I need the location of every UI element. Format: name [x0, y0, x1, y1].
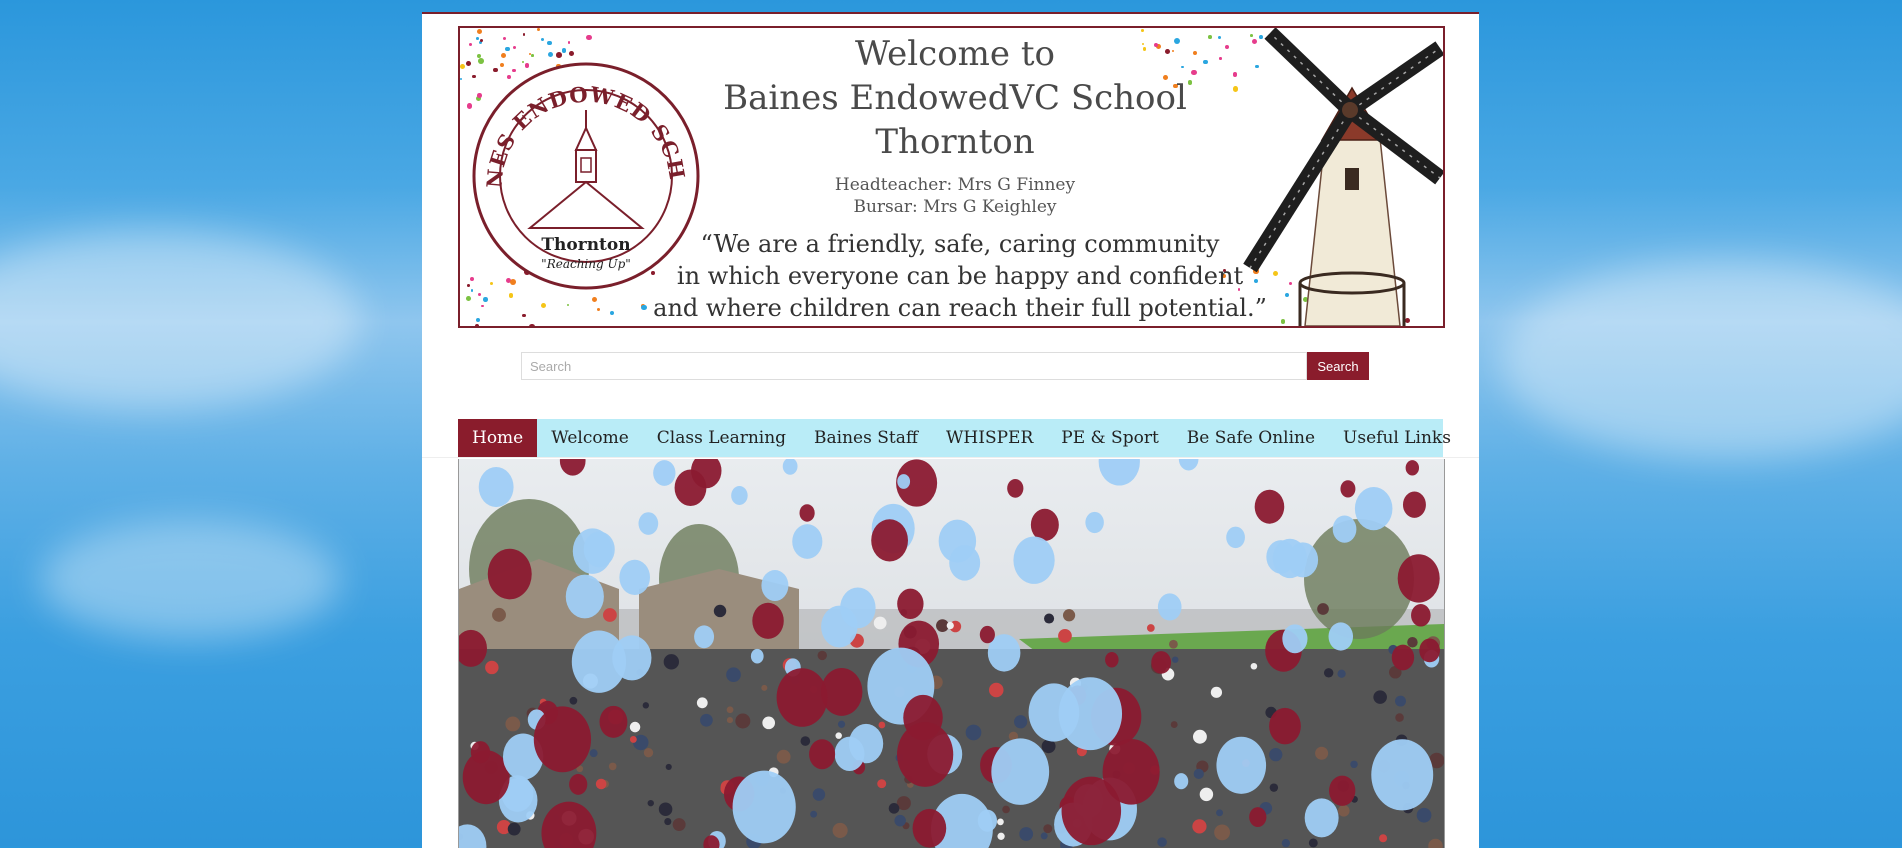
motto-line1: “We are a friendly, safe, caring communi…	[700, 230, 1220, 258]
welcome-title-line1: Welcome to	[855, 34, 1055, 74]
nav-item-whisper[interactable]: WHISPER	[932, 419, 1047, 457]
welcome-title-line3: Thornton	[875, 122, 1035, 162]
background-cloud	[1500, 260, 1902, 460]
motto-line2: in which everyone can be happy and confi…	[676, 262, 1244, 290]
nav-item-be-safe-online[interactable]: Be Safe Online	[1173, 419, 1329, 457]
nav-item-class-learning[interactable]: Class Learning	[643, 419, 800, 457]
nav-item-home[interactable]: Home	[458, 419, 538, 457]
nav-item-useful-links[interactable]: Useful Links	[1329, 419, 1465, 457]
hero-photo-balloon-release	[458, 459, 1445, 848]
nav-item-welcome[interactable]: Welcome	[537, 419, 643, 457]
page-container: BAINES ENDOWED SCHOOL Thornton "Reaching…	[422, 12, 1479, 848]
search-button[interactable]: Search	[1307, 352, 1369, 380]
motto-line3: and where children can reach their full …	[653, 294, 1267, 322]
nav-item-baines-staff[interactable]: Baines Staff	[800, 419, 932, 457]
school-banner: BAINES ENDOWED SCHOOL Thornton "Reaching…	[458, 26, 1445, 328]
svg-text:"Reaching Up": "Reaching Up"	[541, 257, 631, 271]
main-navigation: Home Welcome Class Learning Baines Staff…	[458, 419, 1451, 457]
background-cloud	[40, 520, 340, 640]
search-bar: Search	[521, 352, 1371, 380]
windmill-illustration	[1243, 28, 1443, 326]
svg-text:Thornton: Thornton	[541, 235, 630, 255]
bursar-text: Bursar: Mrs G Keighley	[853, 197, 1057, 217]
nav-item-pe-sport[interactable]: PE & Sport	[1047, 419, 1173, 457]
headteacher-text: Headteacher: Mrs G Finney	[834, 175, 1076, 195]
background-cloud	[0, 230, 360, 410]
welcome-title-line2: Baines EndowedVC School	[723, 78, 1187, 118]
search-input[interactable]	[521, 352, 1307, 380]
nav-divider	[422, 457, 1479, 458]
